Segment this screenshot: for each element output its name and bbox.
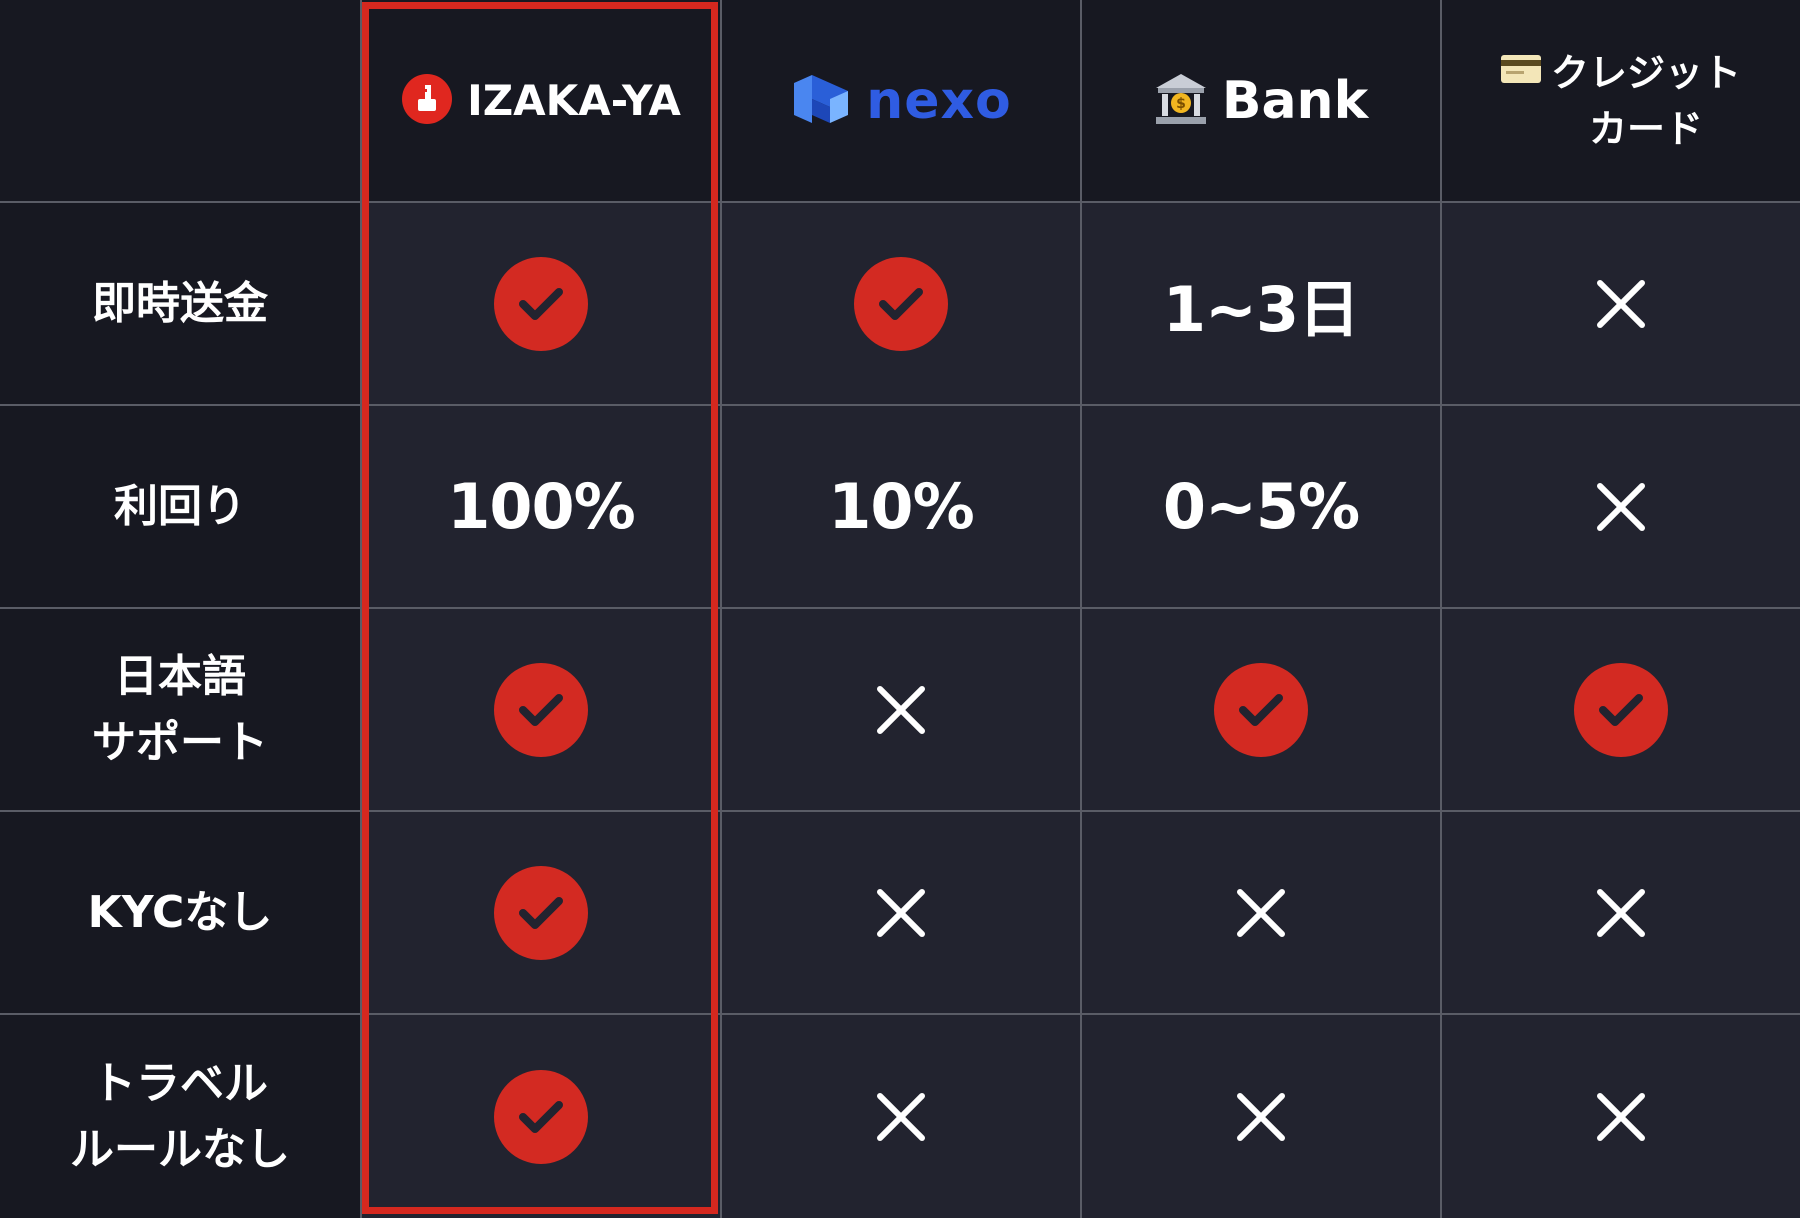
check-circle-icon	[494, 865, 588, 960]
nexo-logo-icon	[790, 73, 852, 129]
cross-icon	[1596, 1092, 1646, 1142]
cell-bank-no-kyc	[1080, 812, 1440, 1015]
cell-bank-japanese-support	[1080, 609, 1440, 812]
cross-icon	[876, 1092, 926, 1142]
cell-bank-instant-transfer: 1~3日	[1080, 203, 1440, 406]
credit-card-icon	[1500, 54, 1541, 87]
cell-nexo-japanese-support	[720, 609, 1080, 812]
cross-icon	[1236, 1092, 1286, 1142]
check-circle-icon	[854, 256, 948, 351]
svg-text:$: $	[1176, 96, 1186, 112]
row-label-japanese-support: 日本語 サポート	[0, 609, 360, 812]
cell-value-text: 1~3日	[1162, 272, 1360, 346]
check-circle-icon	[494, 1069, 588, 1164]
row-label-text: 即時送金	[92, 277, 268, 329]
cell-nexo-no-travel-rule	[720, 1015, 1080, 1218]
izakaya-label: IZAKA-YA	[467, 76, 681, 125]
cell-nexo-yield: 10%	[720, 406, 1080, 609]
row-label-text: 利回り	[114, 480, 246, 532]
izakaya-logo-icon	[401, 73, 453, 129]
header-bank: $ Bank	[1080, 0, 1440, 203]
header-corner	[0, 0, 360, 203]
check-circle-icon	[1574, 662, 1668, 757]
row-label-text: トラベル ルールなし	[70, 1057, 290, 1175]
cell-card-no-kyc	[1440, 812, 1800, 1015]
nexo-brand: nexo	[790, 71, 1012, 131]
comparison-table: IZAKA-YA nexo $ Bank クレジット カード 即時送金 1~3日…	[0, 0, 1800, 1218]
bank-brand: $ Bank	[1154, 71, 1368, 131]
row-label-instant-transfer: 即時送金	[0, 203, 360, 406]
cell-izakaya-no-travel-rule	[360, 1015, 720, 1218]
card-label: クレジット カード	[1550, 50, 1741, 151]
cross-icon	[1596, 482, 1646, 532]
header-card: クレジット カード	[1440, 0, 1800, 203]
cell-card-japanese-support	[1440, 609, 1800, 812]
cross-icon	[1596, 888, 1646, 938]
cell-value-text: 100%	[447, 470, 636, 543]
row-label-yield: 利回り	[0, 406, 360, 609]
row-label-text: KYCなし	[87, 886, 273, 938]
row-label-no-travel-rule: トラベル ルールなし	[0, 1015, 360, 1218]
header-izakaya: IZAKA-YA	[360, 0, 720, 203]
cross-icon	[876, 685, 926, 735]
cell-bank-yield: 0~5%	[1080, 406, 1440, 609]
bank-label: Bank	[1221, 70, 1369, 131]
cell-izakaya-no-kyc	[360, 812, 720, 1015]
cell-nexo-no-kyc	[720, 812, 1080, 1015]
bank-building-icon: $	[1154, 72, 1208, 130]
cell-izakaya-japanese-support	[360, 609, 720, 812]
cell-izakaya-instant-transfer	[360, 203, 720, 406]
check-circle-icon	[494, 662, 588, 757]
cell-value-text: 10%	[828, 470, 974, 543]
cross-icon	[1596, 279, 1646, 329]
row-label-text: 日本語 サポート	[92, 650, 268, 768]
cross-icon	[876, 888, 926, 938]
cross-icon	[1236, 888, 1286, 938]
cell-card-instant-transfer	[1440, 203, 1800, 406]
izakaya-brand: IZAKA-YA	[401, 73, 681, 129]
row-label-no-kyc: KYCなし	[0, 812, 360, 1015]
check-circle-icon	[494, 256, 588, 351]
cell-card-yield	[1440, 406, 1800, 609]
cell-card-no-travel-rule	[1440, 1015, 1800, 1218]
nexo-label: nexo	[866, 70, 1012, 131]
check-circle-icon	[1214, 662, 1308, 757]
cell-bank-no-travel-rule	[1080, 1015, 1440, 1218]
header-nexo: nexo	[720, 0, 1080, 203]
cell-value-text: 0~5%	[1162, 470, 1360, 543]
card-brand: クレジット カード	[1500, 45, 1741, 157]
cell-nexo-instant-transfer	[720, 203, 1080, 406]
cell-izakaya-yield: 100%	[360, 406, 720, 609]
